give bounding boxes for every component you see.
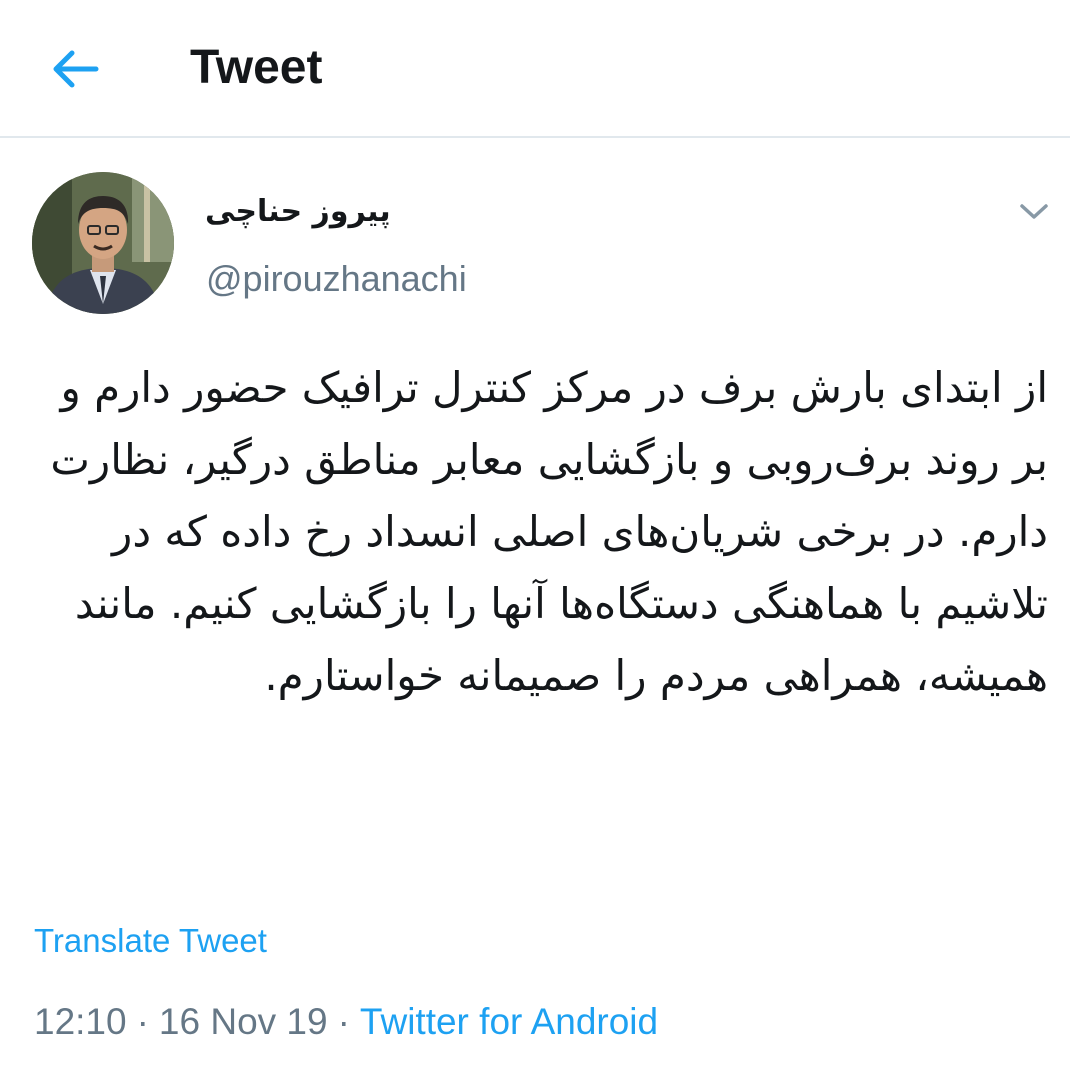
translate-tweet-link[interactable]: Translate Tweet xyxy=(34,918,267,964)
tweet-text: از ابتدای بارش برف در مرکز کنترل ترافیک … xyxy=(50,363,1048,700)
avatar[interactable] xyxy=(32,172,174,314)
arrow-left-icon xyxy=(53,50,99,88)
chevron-down-icon xyxy=(1020,204,1048,219)
back-button[interactable] xyxy=(44,40,104,100)
profile-photo xyxy=(32,172,174,314)
user-handle[interactable]: @pirouzhanachi xyxy=(206,255,467,303)
page-title: Tweet xyxy=(190,41,323,94)
top-app-bar: Tweet xyxy=(0,0,1070,138)
tweet-metadata: 12:10 · 16 Nov 19 · Twitter for Android xyxy=(34,996,658,1048)
meta-separator: · xyxy=(136,1001,149,1042)
display-name[interactable]: پیروز حناچی xyxy=(205,190,415,234)
tweet-date: 16 Nov 19 xyxy=(158,1001,328,1042)
tweet-time: 12:10 xyxy=(34,1001,127,1042)
meta-separator: · xyxy=(337,1001,350,1042)
tweet-source-link[interactable]: Twitter for Android xyxy=(360,1001,658,1042)
more-options-button[interactable] xyxy=(1012,194,1056,228)
